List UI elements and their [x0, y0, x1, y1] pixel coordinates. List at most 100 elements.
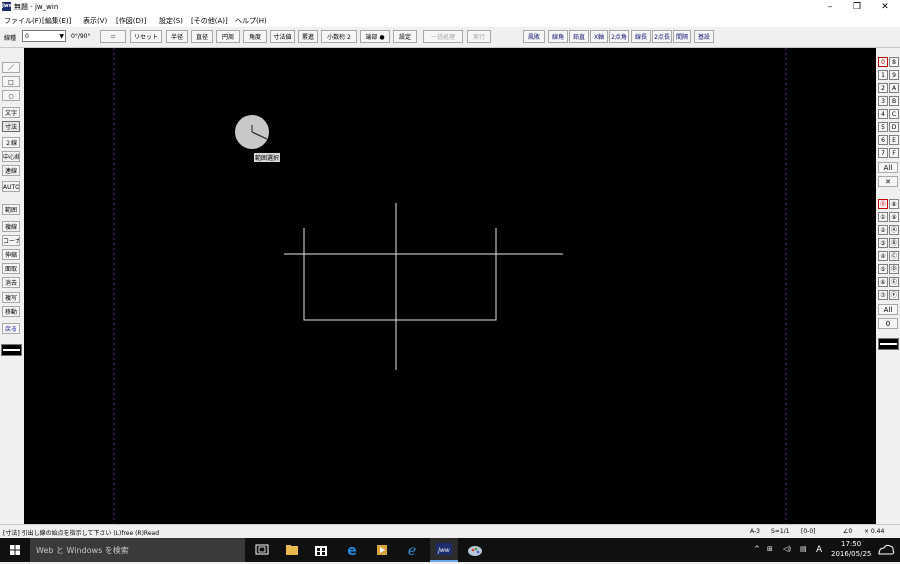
- close-button[interactable]: ✕: [871, 0, 899, 14]
- layer-3[interactable]: 3: [878, 96, 888, 106]
- layer-b[interactable]: B: [889, 96, 899, 106]
- interval-button[interactable]: 間隔: [673, 30, 691, 43]
- layer-d[interactable]: D: [889, 122, 899, 132]
- line-angle-button[interactable]: 線角: [548, 30, 568, 43]
- volume-icon[interactable]: ◁): [783, 545, 791, 553]
- layer-group-4[interactable]: ④: [878, 251, 888, 261]
- taskbar-search[interactable]: Web と Windows を検索: [30, 538, 245, 562]
- tool-connected-line[interactable]: 連線: [2, 165, 20, 176]
- layer-group-3[interactable]: ③: [878, 238, 888, 248]
- layer-group-8[interactable]: ⑧: [889, 199, 899, 209]
- two-point-angle-button[interactable]: 2点角: [609, 30, 629, 43]
- menu-edit[interactable]: [編集(E)]: [42, 16, 71, 26]
- minimize-button[interactable]: –: [816, 0, 844, 14]
- tool-double-line[interactable]: ２線: [2, 137, 20, 148]
- edge-icon[interactable]: e: [340, 538, 364, 562]
- notification-icon[interactable]: [874, 538, 898, 562]
- layer-group-all-button[interactable]: All: [878, 304, 898, 315]
- layer-6[interactable]: 6: [878, 135, 888, 145]
- tool-offset[interactable]: 複線: [2, 221, 20, 232]
- paint-app-icon[interactable]: [463, 538, 487, 562]
- clock-time[interactable]: 17:50: [841, 540, 861, 548]
- tool-corner[interactable]: コーナー: [2, 235, 20, 246]
- angle-display[interactable]: ∠0: [843, 528, 852, 535]
- tool-range[interactable]: 範囲: [2, 204, 20, 215]
- action-center-icon[interactable]: ▤: [800, 545, 807, 553]
- layer-group-e[interactable]: Ⓔ: [889, 277, 899, 287]
- execute-button[interactable]: 実行: [467, 30, 491, 43]
- tool-dimension[interactable]: 寸法: [2, 121, 20, 132]
- ie-icon[interactable]: e: [400, 538, 424, 562]
- zoom-display[interactable]: × 0.44: [864, 528, 884, 535]
- angle-button[interactable]: 角度: [243, 30, 267, 43]
- layer-f[interactable]: F: [889, 148, 899, 158]
- drawing-canvas[interactable]: 範囲選択: [24, 48, 876, 524]
- start-button[interactable]: [0, 538, 30, 562]
- file-explorer-icon[interactable]: [280, 538, 304, 562]
- tool-text[interactable]: 文字: [2, 107, 20, 118]
- layer-group-9[interactable]: ⑨: [889, 212, 899, 222]
- two-point-length-button[interactable]: 2点長: [652, 30, 672, 43]
- paper-size[interactable]: A-3: [750, 528, 760, 535]
- media-player-icon[interactable]: [370, 538, 394, 562]
- layer-a[interactable]: A: [889, 83, 899, 93]
- menu-other[interactable]: [その他(A)]: [191, 16, 228, 26]
- menu-draw[interactable]: [作図(D)]: [116, 16, 146, 26]
- menu-file[interactable]: ファイル(F): [4, 16, 42, 26]
- jww-task-icon[interactable]: Jww: [430, 538, 458, 562]
- scale-display[interactable]: S=1/1: [771, 528, 790, 535]
- tool-line[interactable]: ／: [2, 62, 20, 73]
- tool-circle[interactable]: ○: [2, 90, 20, 101]
- menu-help[interactable]: ヘルプ(H): [235, 16, 267, 26]
- menu-settings[interactable]: 設定(S): [159, 16, 183, 26]
- layer-color-swatch[interactable]: [878, 338, 899, 350]
- layer-group-a[interactable]: Ⓐ: [889, 225, 899, 235]
- batch-process-button[interactable]: 一括処理: [423, 30, 463, 43]
- layer-group-6[interactable]: ⑥: [878, 277, 888, 287]
- rectangle-u-shape[interactable]: [303, 228, 497, 321]
- layer-5[interactable]: 5: [878, 122, 888, 132]
- tray-chevron-up-icon[interactable]: ^: [754, 545, 760, 553]
- tool-auto[interactable]: AUTO: [2, 181, 20, 192]
- diameter-button[interactable]: 直径: [191, 30, 213, 43]
- endpoint-button[interactable]: 端部 ●: [360, 30, 390, 43]
- tool-undo[interactable]: 戻る: [2, 323, 20, 334]
- layer-cross-icon[interactable]: ✕: [878, 176, 898, 187]
- layer-1[interactable]: 1: [878, 70, 888, 80]
- decimal-digits-button[interactable]: 小数桁 2: [321, 30, 357, 43]
- tool-move[interactable]: 移動: [2, 306, 20, 317]
- layer-group-0[interactable]: ⓪: [878, 199, 888, 209]
- layer-0[interactable]: 0: [878, 57, 888, 67]
- layer-group-7[interactable]: ⑦: [878, 290, 888, 300]
- layer-group-zero-button[interactable]: 0: [878, 318, 898, 329]
- store-icon[interactable]: [309, 538, 333, 562]
- clock-date[interactable]: 2016/05/25: [831, 550, 871, 558]
- circumference-button[interactable]: 円周: [216, 30, 240, 43]
- layer-c[interactable]: C: [889, 109, 899, 119]
- layer-8[interactable]: 8: [889, 57, 899, 67]
- layer-group-d[interactable]: Ⓓ: [889, 264, 899, 274]
- menu-view[interactable]: 表示(V): [83, 16, 107, 26]
- layer-2[interactable]: 2: [878, 83, 888, 93]
- tool-copy[interactable]: 複写: [2, 292, 20, 303]
- line-length-button[interactable]: 線長: [631, 30, 651, 43]
- angle-label[interactable]: 0°/90°: [71, 33, 90, 40]
- base-set-button[interactable]: 基設: [694, 30, 714, 43]
- x-axis-button[interactable]: X軸: [590, 30, 608, 43]
- tool-rectangle[interactable]: □: [2, 76, 20, 87]
- layer-e[interactable]: E: [889, 135, 899, 145]
- layer-display[interactable]: [0-0]: [801, 528, 815, 535]
- tool-center-line[interactable]: 中心線: [2, 151, 20, 162]
- tool-extend[interactable]: 伸縮: [2, 249, 20, 260]
- maximize-button[interactable]: ❐: [843, 0, 871, 14]
- cumulative-button[interactable]: 累進: [298, 30, 318, 43]
- linetype-select[interactable]: 0 ▼: [22, 30, 66, 42]
- tool-chamfer[interactable]: 面取: [2, 263, 20, 274]
- line-color-swatch[interactable]: [1, 344, 22, 356]
- layer-group-c[interactable]: Ⓒ: [889, 251, 899, 261]
- layer-group-f[interactable]: Ⓕ: [889, 290, 899, 300]
- layer-4[interactable]: 4: [878, 109, 888, 119]
- tool-erase[interactable]: 消去: [2, 277, 20, 288]
- equal-button[interactable]: ＝: [100, 30, 126, 43]
- ime-indicator[interactable]: A: [816, 545, 822, 555]
